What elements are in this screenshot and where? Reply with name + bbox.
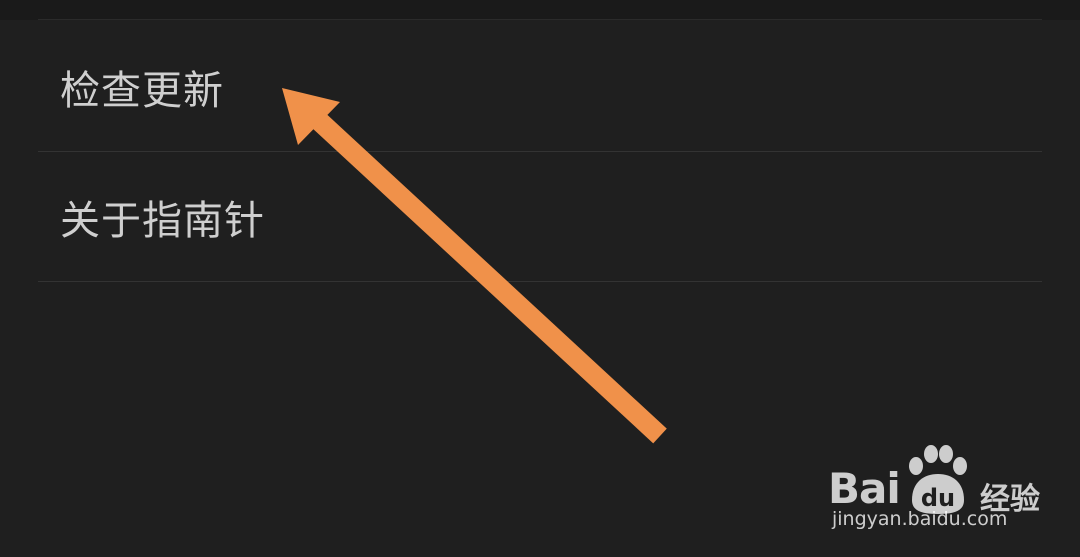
baidu-jingyan-watermark: Bai du 经验 jingyan.baidu.com [828, 440, 1040, 540]
menu-item-about-compass[interactable]: 关于指南针 [38, 152, 1042, 282]
menu-item-check-update[interactable]: 检查更新 [38, 22, 1042, 152]
top-divider [38, 19, 1042, 20]
menu-item-label: 检查更新 [60, 67, 224, 114]
menu-item-label: 关于指南针 [60, 197, 265, 244]
top-strip [0, 0, 1080, 20]
baidu-logo-text: Bai [828, 464, 901, 513]
watermark-url: jingyan.baidu.com [832, 508, 1008, 530]
